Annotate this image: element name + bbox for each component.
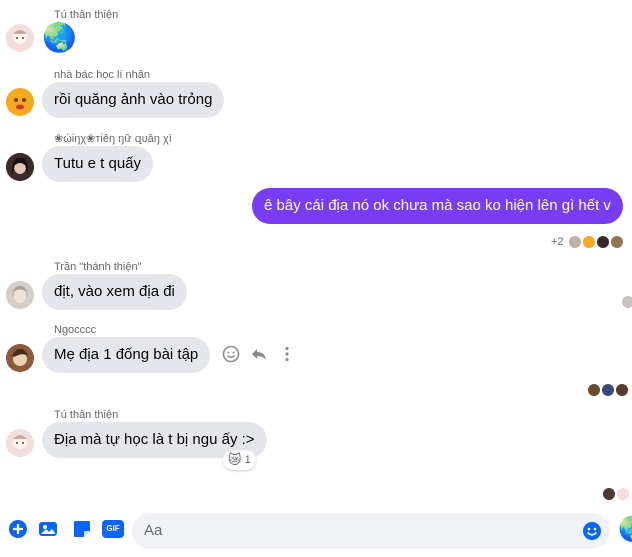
seen-avatar [596, 236, 609, 248]
seen-avatar [603, 488, 615, 500]
reply-icon[interactable] [250, 345, 268, 368]
avatar[interactable] [6, 88, 34, 116]
sender-name: Ngocccc [54, 324, 97, 336]
seen-receipts [603, 487, 629, 501]
seen-avatar [622, 296, 632, 308]
reaction-count: 1 [244, 454, 251, 466]
plus-icon[interactable] [8, 519, 28, 539]
react-icon[interactable] [222, 345, 240, 368]
seen-avatar [588, 384, 600, 396]
seen-avatar [617, 488, 629, 500]
seen-receipts [588, 383, 628, 397]
sender-name: ❀ώίŋχ❀тίêŋ ŋữ զυăŋ χì [54, 133, 172, 145]
seen-avatar [616, 384, 628, 396]
message-input[interactable]: Aa [132, 513, 610, 549]
message-bubble[interactable]: Tutu e t quấy [42, 146, 153, 182]
seen-avatar [582, 236, 595, 248]
gif-label: GIF [102, 520, 124, 538]
message-bubble[interactable]: địt, vào xem địa đi [42, 274, 187, 310]
image-icon[interactable] [38, 519, 58, 539]
quick-emoji-button[interactable]: 🌏 [618, 516, 632, 544]
composer: GIF Aa 🌏 [0, 505, 632, 557]
avatar[interactable] [6, 24, 34, 52]
message-bubble[interactable]: Mẹ địa 1 đống bài tập [42, 337, 211, 373]
emoji-message[interactable]: 🌏 [42, 22, 77, 54]
message-actions [222, 345, 296, 368]
gif-button[interactable]: GIF [102, 519, 124, 539]
emoji-icon[interactable] [582, 521, 602, 546]
sender-name: nhà bác học lí nhân [54, 69, 151, 81]
sender-name: Tú thân thiện [54, 409, 119, 421]
own-message-bubble[interactable]: ê bây cái địa nó ok chưa mà sao ko hiện … [252, 188, 623, 224]
sticker-icon[interactable] [72, 519, 92, 539]
sender-name: Trần "thánh thiện" [54, 261, 142, 273]
avatar[interactable] [6, 344, 34, 372]
seen-avatar [568, 236, 581, 248]
reaction-emoji: 😿 [228, 452, 242, 467]
seen-receipts: +2 [551, 235, 623, 249]
avatar[interactable] [6, 153, 34, 181]
avatar[interactable] [6, 281, 34, 309]
message-bubble[interactable]: rồi quăng ảnh vào trỏng [42, 82, 225, 118]
sender-name: Tú thân thiện [54, 9, 119, 21]
seen-avatar [602, 384, 614, 396]
message-input-placeholder: Aa [144, 522, 163, 539]
more-options-icon[interactable] [278, 345, 296, 368]
seen-more-count: +2 [551, 236, 564, 248]
seen-avatar [610, 236, 623, 248]
avatar[interactable] [6, 429, 34, 457]
reaction-badge[interactable]: 😿 1 [223, 450, 256, 470]
